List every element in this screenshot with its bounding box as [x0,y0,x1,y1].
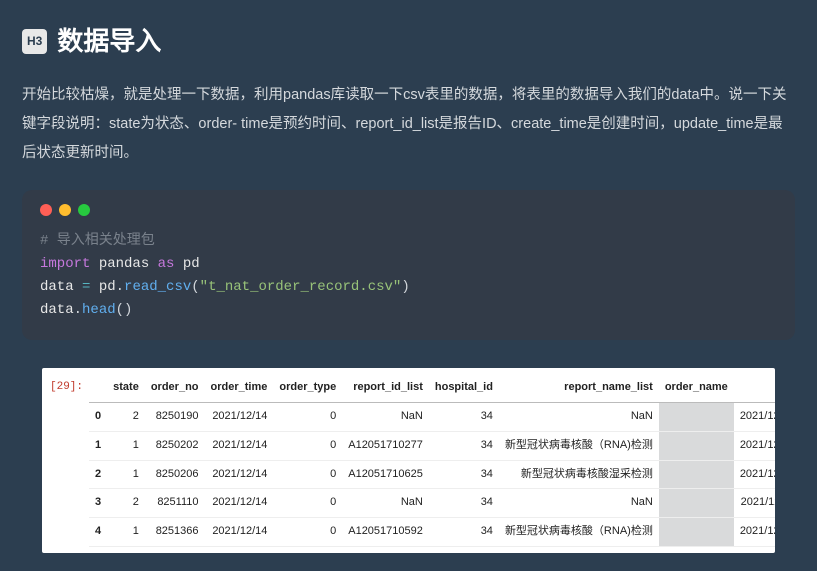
op-eq: = [74,279,99,295]
fn-read-csv: read_csv [124,279,191,295]
row-index: 2 [89,460,107,489]
cell-report_name_list: 新型冠状病毒核酸（RNA)检测 [499,518,659,547]
dot2: . [74,302,82,318]
col-header: state [107,374,145,402]
cell-order_time: 2021/12/14 [205,518,274,547]
col-header: order_no [145,374,205,402]
cell-order_type: 0 [273,402,342,431]
kw-as: as [158,256,175,272]
cell-order_no: 8251110 [145,489,205,518]
dot: . [116,279,124,295]
row-index: 1 [89,431,107,460]
output-block: [29]: stateorder_noorder_timeorder_typer… [42,368,775,553]
cell-state: 1 [107,431,145,460]
cell-hospital_id: 34 [429,518,499,547]
intro-text: 开始比较枯燥，就是处理一下数据，利用pandas库读取一下csv表里的数据，将表… [22,81,795,168]
cell-order_name [659,518,734,547]
output-prompt: [29]: [50,374,89,398]
cell-create_time: 2021/12/14 07:38:36 [734,431,775,460]
cell-state: 1 [107,518,145,547]
rparen2: ) [124,302,132,318]
fn-head: head [82,302,116,318]
cell-report_id_list: NaN [342,489,429,518]
code-comment: # 导入相关处理包 [40,233,155,249]
col-header: order_time [205,374,274,402]
heading-badge: H3 [22,29,47,55]
maximize-icon[interactable] [78,204,90,216]
cell-create_time: 2021/12/14 07:32:25 [734,402,775,431]
var-data2: data [40,302,74,318]
table-row: 4182513662021/12/140A1205171059234新型冠状病毒… [89,518,775,547]
col-index [89,374,107,402]
cell-order_no: 8250206 [145,460,205,489]
cell-report_id_list: NaN [342,402,429,431]
cell-state: 1 [107,460,145,489]
cell-state: 2 [107,402,145,431]
cell-order_time: 2021/12/14 [205,460,274,489]
cell-order_no: 8250190 [145,402,205,431]
cell-order_time: 2021/12/14 [205,402,274,431]
table-row: 0282501902021/12/140NaN34NaN 2021/12/14 … [89,402,775,431]
col-header: order_type [273,374,342,402]
cell-order_name [659,431,734,460]
cell-order_time: 2021/12/14 [205,431,274,460]
cell-order_name [659,460,734,489]
cell-order_type: 0 [273,431,342,460]
cell-report_name_list: 新型冠状病毒核酸湿采检测 [499,460,659,489]
row-index: 3 [89,489,107,518]
cell-report_id_list: A12051710277 [342,431,429,460]
ref-pd: pd [99,279,116,295]
table-row: 1182502022021/12/140A1205171027734新型冠状病毒… [89,431,775,460]
mod-pandas: pandas [99,256,149,272]
heading-row: H3 数据导入 [22,18,795,65]
cell-order_type: 0 [273,518,342,547]
row-index: 4 [89,518,107,547]
lparen2: ( [116,302,124,318]
var-data: data [40,279,74,295]
table-header-row: stateorder_noorder_timeorder_typereport_… [89,374,775,402]
cell-report_id_list: A12051710625 [342,460,429,489]
code-content: # 导入相关处理包 import pandas as pd data = pd.… [40,230,777,322]
cell-report_id_list: A12051710592 [342,518,429,547]
cell-order_type: 0 [273,460,342,489]
kw-import: import [40,256,90,272]
col-header: create_time [734,374,775,402]
row-index: 0 [89,402,107,431]
cell-hospital_id: 34 [429,402,499,431]
cell-order_type: 0 [273,489,342,518]
minimize-icon[interactable] [59,204,71,216]
cell-order_name [659,489,734,518]
rparen: ) [401,279,409,295]
cell-report_name_list: NaN [499,402,659,431]
cell-create_time: 2021/12/14 08:56:47 [734,518,775,547]
page-title: 数据导入 [57,18,161,65]
cell-order_time: 2021/12/14 [205,489,274,518]
cell-report_name_list: NaN [499,489,659,518]
cell-order_no: 8250202 [145,431,205,460]
cell-create_time: 2021/12/14 08:48:11 [734,489,775,518]
code-block: # 导入相关处理包 import pandas as pd data = pd.… [22,190,795,340]
close-icon[interactable] [40,204,52,216]
col-header: report_id_list [342,374,429,402]
alias-pd: pd [183,256,200,272]
table-row: 2182502062021/12/140A1205171062534新型冠状病毒… [89,460,775,489]
cell-hospital_id: 34 [429,489,499,518]
dataframe-table: stateorder_noorder_timeorder_typereport_… [89,374,775,547]
str-filename: "t_nat_order_record.csv" [200,279,402,295]
cell-order_name [659,402,734,431]
col-header: hospital_id [429,374,499,402]
cell-order_no: 8251366 [145,518,205,547]
col-header: order_name [659,374,734,402]
cell-hospital_id: 34 [429,460,499,489]
cell-state: 2 [107,489,145,518]
lparen: ( [191,279,199,295]
window-controls [40,204,777,216]
cell-report_name_list: 新型冠状病毒核酸（RNA)检测 [499,431,659,460]
cell-hospital_id: 34 [429,431,499,460]
table-row: 3282511102021/12/140NaN34NaN 2021/12/14 … [89,489,775,518]
cell-create_time: 2021/12/14 07:47:52 [734,460,775,489]
col-header: report_name_list [499,374,659,402]
